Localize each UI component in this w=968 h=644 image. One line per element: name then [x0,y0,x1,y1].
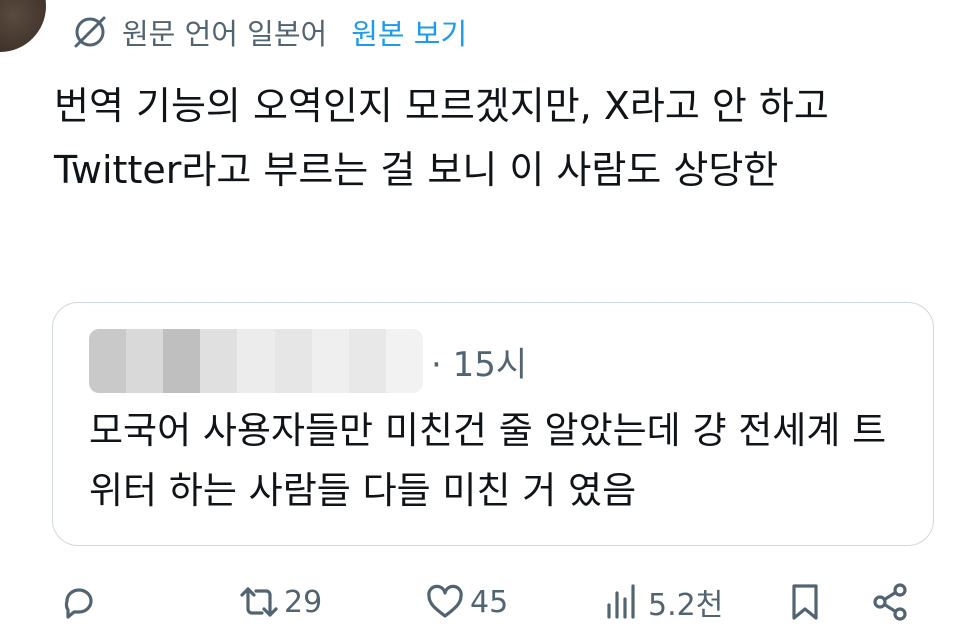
tweet-actions: 29 45 5.2천 [0,572,968,632]
like-count: 45 [470,584,509,620]
views-button[interactable]: 5.2천 [602,572,723,632]
retweet-icon [238,581,280,623]
translation-label: 원문 언어 일본어 [122,17,328,51]
bookmark-icon [784,581,826,623]
reply-icon [58,581,100,623]
views-count: 5.2천 [648,588,724,623]
like-button[interactable]: 45 [424,572,508,632]
translate-globe-icon [70,12,110,52]
avatar[interactable] [0,0,46,52]
show-original-link[interactable]: 원본 보기 [351,11,467,53]
quoted-tweet-header: · 15시 [89,329,527,393]
share-icon [870,581,912,623]
heart-icon [424,581,466,623]
reply-button[interactable] [58,572,100,632]
quoted-tweet[interactable]: · 15시 모국어 사용자들만 미친건 줄 알았는데 걍 전세계 트위터 하는 … [52,302,934,546]
quoted-tweet-text: 모국어 사용자들만 미친건 줄 알았는데 걍 전세계 트위터 하는 사람들 다들… [89,409,887,512]
retweet-button[interactable]: 29 [238,572,322,632]
views-chart-icon [602,581,644,623]
share-button[interactable] [870,572,912,632]
blurred-author-name [89,329,423,393]
tweet-text: 번역 기능의 오역인지 모르겠지만, X라고 안 하고 Twitter라고 부르… [54,84,829,192]
bookmark-button[interactable] [784,572,826,632]
retweet-count: 29 [284,584,323,620]
translation-bar: 원문 언어 일본어 원본 보기 [70,8,467,56]
quoted-tweet-time: · 15시 [431,344,528,385]
